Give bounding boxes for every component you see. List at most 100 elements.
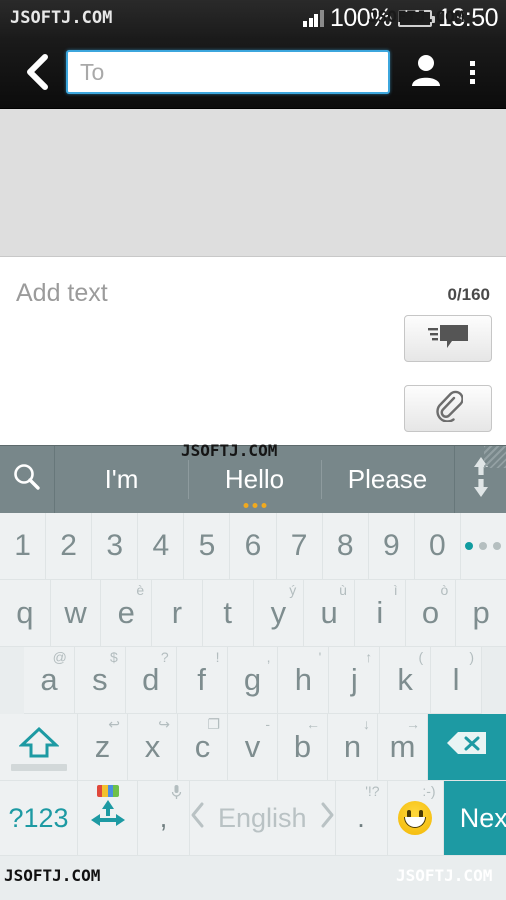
key-p[interactable]: p <box>456 580 506 647</box>
key-hint: ì <box>393 582 398 598</box>
key-k[interactable]: (k <box>380 647 432 714</box>
key-r[interactable]: r <box>152 580 203 647</box>
key-d[interactable]: ? d <box>125 647 177 714</box>
key-g[interactable]: ,g <box>227 647 279 714</box>
key-v[interactable]: -v <box>228 714 278 781</box>
recipient-input[interactable]: To <box>66 50 390 94</box>
overflow-menu-button[interactable] <box>452 60 492 84</box>
on-screen-keyboard: I'm Hello Please 1 2 3 4 5 6 7 8 9 0 q w… <box>0 445 506 900</box>
key-7[interactable]: 7 <box>276 513 323 580</box>
key-f[interactable]: ! f <box>176 647 228 714</box>
key-0[interactable]: 0 <box>414 513 461 580</box>
key-hint: ) <box>469 649 475 665</box>
key-3[interactable]: 3 <box>92 513 139 580</box>
key-5[interactable]: 5 <box>184 513 231 580</box>
compose-header: Add text 0/160 <box>16 279 490 308</box>
microphone-icon <box>171 784 182 802</box>
key-j[interactable]: ↑ j <box>329 647 381 714</box>
character-counter: 0/160 <box>447 285 490 304</box>
keyboard-row-qwerty: q w èe r t ýy ùu ìi òo p <box>0 580 506 647</box>
key-s[interactable]: $ s <box>74 647 126 714</box>
contacts-button[interactable] <box>400 52 452 93</box>
key-y[interactable]: ýy <box>253 580 305 647</box>
key-label: . <box>357 802 365 833</box>
message-body-placeholder[interactable]: Add text <box>16 279 108 308</box>
emoji-key[interactable]: :-) <box>387 781 444 856</box>
suggestion-item[interactable]: Please <box>321 446 454 513</box>
key-hint: ( <box>418 649 424 665</box>
key-9[interactable]: 9 <box>368 513 415 580</box>
key-label: , <box>159 802 168 833</box>
smiley-face-icon <box>398 801 433 835</box>
key-n[interactable]: ↓ n <box>328 714 378 781</box>
suggestion-expand-button[interactable] <box>454 446 506 513</box>
period-key[interactable]: '!? . <box>335 781 388 856</box>
key-6[interactable]: 6 <box>230 513 277 580</box>
chevron-left-icon[interactable] <box>190 801 206 836</box>
key-2[interactable]: 2 <box>46 513 93 580</box>
spacebar-language-label: English <box>218 802 307 833</box>
key-label: m <box>389 729 416 764</box>
key-hint: @ <box>52 649 67 665</box>
keyboard-row-functions: ?123 , English '!? .:-) Nex <box>0 781 506 856</box>
key-e[interactable]: èe <box>101 580 153 647</box>
key-x[interactable]: ↪ x <box>128 714 178 781</box>
compose-area: Add text 0/160 <box>0 257 506 445</box>
chevron-right-icon[interactable] <box>319 801 335 836</box>
key-b[interactable]: ← b <box>278 714 328 781</box>
key-t[interactable]: t <box>202 580 254 647</box>
shift-key[interactable] <box>0 714 78 781</box>
status-bar-indicators: 100% 13:50 <box>303 3 499 33</box>
back-button[interactable] <box>14 49 60 95</box>
app-bar: To <box>0 36 506 109</box>
comma-key[interactable]: , <box>138 781 190 856</box>
key-l[interactable]: ) l <box>431 647 483 714</box>
key-4[interactable]: 4 <box>138 513 185 580</box>
key-q[interactable]: q <box>0 580 51 647</box>
backspace-key[interactable] <box>428 714 506 781</box>
conversation-thread-area[interactable] <box>0 109 506 257</box>
key-label: f <box>197 662 206 697</box>
key-m[interactable]: → m <box>378 714 428 781</box>
key-hint: :-) <box>422 783 436 799</box>
spacebar-language-key[interactable]: English <box>190 781 336 856</box>
key-a[interactable]: @ a <box>24 647 75 714</box>
attach-button[interactable] <box>404 385 492 432</box>
key-label: d <box>142 662 160 697</box>
key-1[interactable]: 1 <box>0 513 47 580</box>
key-label: u <box>320 595 338 630</box>
key-hint: ← <box>306 716 320 732</box>
key-o[interactable]: òo <box>405 580 457 647</box>
key-hint: → <box>406 716 420 732</box>
key-hint: ò <box>440 582 449 598</box>
symbols-key[interactable]: ?123 <box>0 781 78 856</box>
overflow-menu-icon <box>469 60 475 84</box>
key-c[interactable]: ❐ c <box>178 714 228 781</box>
next-key[interactable]: Next <box>443 781 506 856</box>
key-hint: ↑ <box>365 649 373 665</box>
key-label: w <box>64 595 87 630</box>
key-h[interactable]: ' h <box>278 647 330 714</box>
battery-percent-label: 100% <box>329 3 392 32</box>
key-hint: ↩ <box>108 716 120 732</box>
quick-text-button[interactable] <box>404 315 492 362</box>
clock-label: 13:50 <box>437 3 499 32</box>
status-bar-carrier-watermark: JSOFTJ.COM <box>10 8 113 28</box>
keyboard-page-indicator[interactable] <box>460 513 506 580</box>
key-u[interactable]: ùu <box>304 580 355 647</box>
paperclip-icon <box>433 390 464 427</box>
key-i[interactable]: ìi <box>354 580 406 647</box>
key-w[interactable]: w <box>50 580 102 647</box>
key-label: z <box>94 729 111 764</box>
key-label: o <box>421 595 440 630</box>
suggestion-item[interactable]: Hello <box>188 446 321 513</box>
key-z[interactable]: ↩ z <box>78 714 128 781</box>
key-8[interactable]: 8 <box>322 513 369 580</box>
keyboard-row-home: @ a $ s ? d ! f ,g ' h ↑ j (k ) l <box>0 647 506 714</box>
suggestion-item[interactable]: I'm <box>55 446 188 513</box>
cursor-control-key[interactable] <box>78 781 138 856</box>
recipient-placeholder: To <box>80 58 105 85</box>
key-hint: , <box>266 649 271 665</box>
resize-grip-icon <box>484 446 506 468</box>
suggestion-search-button[interactable] <box>0 446 55 513</box>
